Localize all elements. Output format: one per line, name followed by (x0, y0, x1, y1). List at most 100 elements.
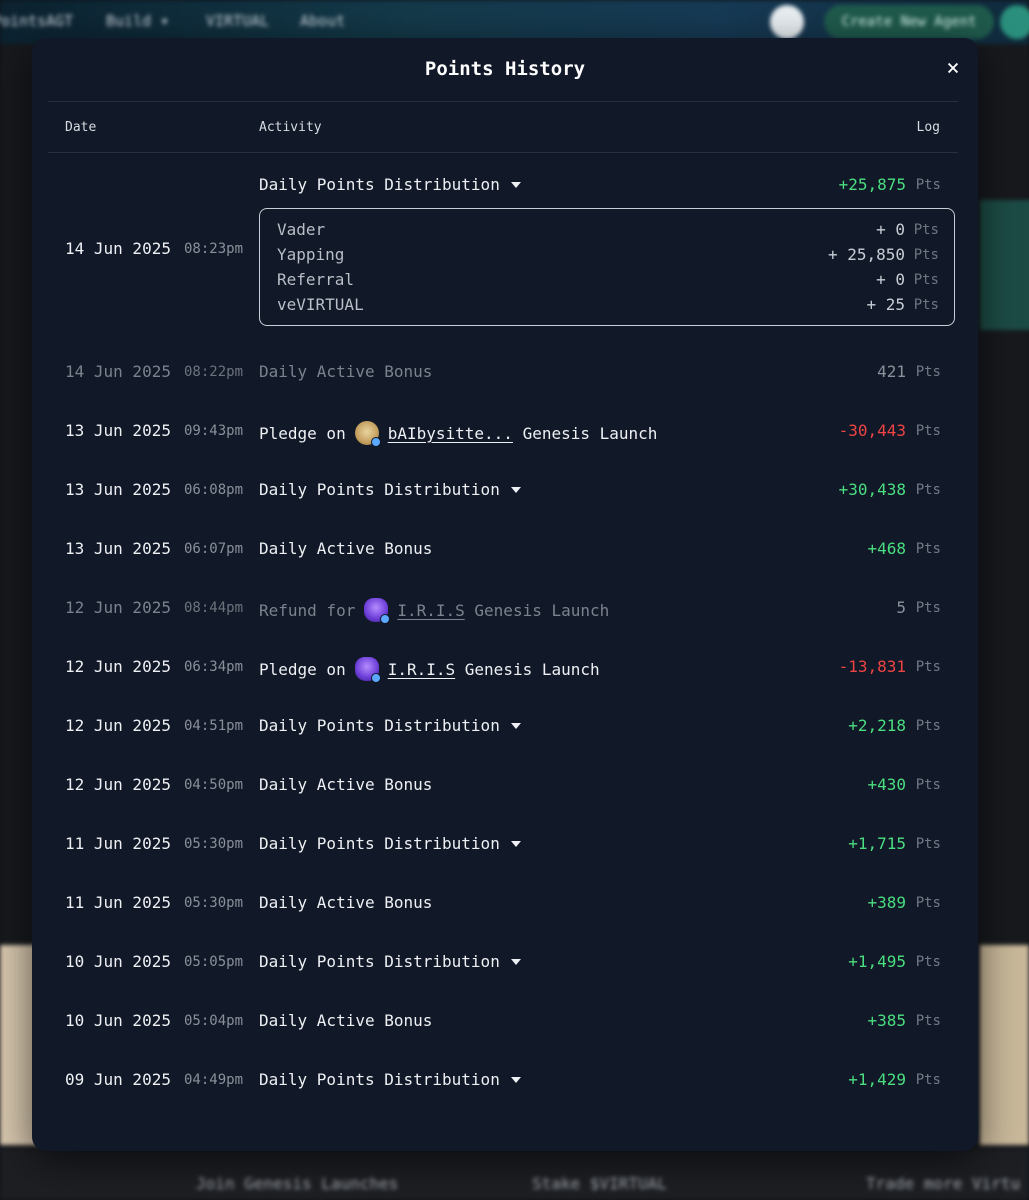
row-activity: Pledge on bAIbysitte... Genesis Launch (259, 421, 657, 447)
points-history-modal: Points History × Date Activity Log 14 Ju… (32, 38, 978, 1151)
breakdown-label: Yapping (277, 245, 345, 264)
activity-label: Daily Active Bonus (259, 362, 433, 381)
row-date: 12 Jun 2025 (65, 657, 171, 676)
expand-distribution-toggle[interactable]: Daily Points Distribution (259, 1070, 521, 1089)
row-time: 04:49pm (184, 1072, 244, 1088)
points-unit: Pts (913, 272, 939, 288)
history-row: 13 Jun 2025 06:07pm Daily Active Bonus +468… (48, 539, 958, 597)
points-unit: Pts (915, 718, 941, 734)
footer-item[interactable]: Join Genesis Launches (196, 1174, 398, 1193)
history-row: 13 Jun 2025 06:08pm Daily Points Distribut… (48, 480, 958, 538)
row-activity: Daily Active Bonus (259, 1011, 432, 1030)
token-link[interactable]: bAIbysitte... (388, 424, 513, 443)
search-icon[interactable] (770, 5, 804, 39)
activity-prefix: Pledge on (259, 659, 346, 679)
points-unit: Pts (915, 364, 941, 380)
iris-token-icon (354, 657, 381, 683)
points-unit: Pts (915, 423, 941, 439)
history-row: 12 Jun 2025 08:44pm Refund for I.R.I.S Gene… (48, 598, 958, 656)
expand-distribution-toggle[interactable]: Daily Points Distribution (259, 952, 521, 971)
verified-badge-icon (380, 614, 391, 624)
caret-down-icon[interactable] (510, 722, 521, 729)
caret-down-icon[interactable] (510, 486, 521, 493)
breakdown-label: Referral (277, 270, 355, 289)
breakdown-row-yapping: Yapping + 25,850 Pts (277, 245, 939, 267)
modal-header: Points History × (32, 38, 978, 102)
breakdown-label: veVIRTUAL (277, 295, 364, 314)
activity-label: Daily Points Distribution (259, 175, 500, 194)
row-time: 05:30pm (184, 836, 244, 852)
row-time: 09:43pm (184, 423, 244, 439)
row-time: 06:08pm (184, 482, 244, 498)
token-link[interactable]: I.R.I.S (388, 660, 455, 679)
avatar[interactable] (1000, 5, 1029, 39)
close-icon[interactable]: × (942, 58, 964, 80)
expand-distribution-toggle[interactable]: Daily Points Distribution (259, 175, 521, 194)
nav-item[interactable]: Build ▾ (106, 12, 169, 30)
history-row: 11 Jun 2025 05:30pm Daily Points Distribut… (48, 834, 958, 892)
column-header-date: Date (65, 120, 97, 135)
points-breakdown: Vader + 0 Pts Yapping + 25,850 Pts Refer… (259, 208, 955, 326)
row-activity: Daily Active Bonus (259, 362, 432, 381)
activity-label: Daily Active Bonus (259, 539, 433, 558)
points-unit: Pts (915, 954, 941, 970)
activity-prefix: Pledge on (259, 423, 346, 443)
points-unit: Pts (913, 247, 939, 263)
row-date: 11 Jun 2025 (65, 893, 171, 912)
breakdown-value: + 0 (876, 220, 905, 239)
points-amount: +1,495 (848, 952, 906, 971)
caret-down-icon[interactable] (510, 958, 521, 965)
points-unit: Pts (915, 541, 941, 557)
bg-image (980, 945, 1029, 1145)
footer-item[interactable]: Trade more Virtu (866, 1174, 1020, 1193)
points-unit: Pts (915, 177, 941, 193)
row-date: 11 Jun 2025 (65, 834, 171, 853)
points-unit: Pts (915, 777, 941, 793)
history-row: 12 Jun 2025 04:51pm Daily Points Distribut… (48, 716, 958, 774)
expand-distribution-toggle[interactable]: Daily Points Distribution (259, 716, 521, 735)
nav-item[interactable]: VIRTUAL (206, 12, 269, 30)
caret-down-icon[interactable] (510, 1076, 521, 1083)
nav-item[interactable]: AGT (46, 12, 73, 30)
activity-label: Daily Points Distribution (259, 716, 500, 735)
caret-down-icon[interactable] (510, 840, 521, 847)
row-activity: Daily Active Bonus (259, 539, 432, 558)
row-date: 13 Jun 2025 (65, 421, 171, 440)
nav-item[interactable]: Points (0, 12, 46, 30)
activity-label: Daily Points Distribution (259, 480, 500, 499)
row-time: 06:34pm (184, 659, 244, 675)
row-time: 05:30pm (184, 895, 244, 911)
breakdown-value: + 25 (866, 295, 905, 314)
bg-card (980, 200, 1029, 330)
points-unit: Pts (913, 297, 939, 313)
expand-distribution-toggle[interactable]: Daily Points Distribution (259, 834, 521, 853)
history-row: 14 Jun 2025 08:22pm Daily Active Bonus 421 P… (48, 362, 958, 420)
footer-item[interactable]: Stake $VIRTUAL (532, 1174, 667, 1193)
row-activity: Pledge on I.R.I.S Genesis Launch (259, 657, 600, 683)
points-unit: Pts (915, 836, 941, 852)
breakdown-row-vevirtual: veVIRTUAL + 25 Pts (277, 295, 939, 317)
verified-badge-icon (370, 437, 381, 447)
row-activity: Daily Active Bonus (259, 775, 432, 794)
caret-down-icon[interactable] (510, 181, 521, 188)
nav-item[interactable]: About (300, 12, 345, 30)
row-date: 10 Jun 2025 (65, 952, 171, 971)
expand-distribution-toggle[interactable]: Daily Points Distribution (259, 480, 521, 499)
header-divider (48, 101, 958, 102)
token-link[interactable]: I.R.I.S (397, 601, 464, 620)
points-amount: +430 (867, 775, 906, 794)
create-agent-button[interactable]: Create New Agent (824, 5, 994, 39)
points-unit: Pts (913, 222, 939, 238)
history-row: 10 Jun 2025 05:05pm Daily Points Distribut… (48, 952, 958, 1010)
points-amount: -30,443 (838, 421, 906, 440)
row-time: 08:22pm (184, 364, 244, 380)
row-date: 14 Jun 2025 (65, 362, 171, 381)
activity-label: Daily Active Bonus (259, 775, 433, 794)
row-date: 14 Jun 2025 (65, 239, 171, 258)
verified-badge-icon (370, 673, 381, 683)
modal-title: Points History (424, 58, 586, 80)
history-row: 11 Jun 2025 05:30pm Daily Active Bonus +389… (48, 893, 958, 951)
